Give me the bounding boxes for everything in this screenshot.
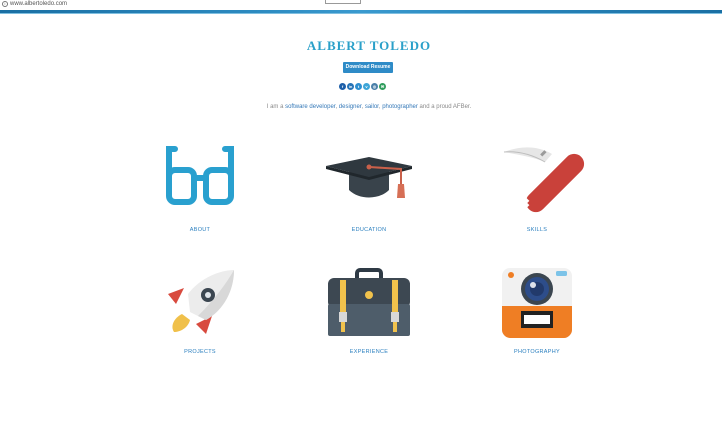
intro-role-photographer[interactable]: photographer <box>382 104 418 110</box>
graduation-cap-icon <box>326 157 412 198</box>
site-title: ALBERT TOLEDO <box>306 38 432 53</box>
tile-experience[interactable]: EXPERIENCE <box>319 266 419 362</box>
rocket-icon <box>168 270 234 334</box>
email-icon[interactable]: ✉ <box>379 83 386 90</box>
address-dropdown[interactable] <box>325 0 361 4</box>
intro-prefix: I am a <box>266 104 286 110</box>
tile-label-photography: PHOTOGRAPHY <box>514 349 560 355</box>
pocket-knife-icon <box>503 147 585 213</box>
facebook-icon[interactable]: f <box>339 83 346 90</box>
tile-about[interactable]: ABOUT <box>150 140 250 240</box>
glasses-icon <box>166 146 234 205</box>
browser-address-bar: i www.albertoledo.com <box>0 0 722 10</box>
tile-label-experience: EXPERIENCE <box>349 349 389 355</box>
tile-photography[interactable]: PHOTOGRAPHY <box>487 266 587 362</box>
intro-role-sailor[interactable]: sailor <box>365 104 379 110</box>
intro-role-software-developer[interactable]: software developer <box>285 104 335 110</box>
download-resume-button[interactable]: Download Resume <box>343 62 393 73</box>
tile-label-education: EDUCATION <box>351 227 387 233</box>
intro-text: I am a software developer, designer, sai… <box>0 104 722 110</box>
tile-education[interactable]: EDUCATION <box>319 140 419 240</box>
tile-label-about: ABOUT <box>189 227 211 233</box>
intro-suffix: and a proud AFBer. <box>417 104 472 110</box>
vimeo-icon[interactable]: v <box>363 83 370 90</box>
intro-role-designer[interactable]: designer <box>339 104 362 110</box>
url-text[interactable]: www.albertoledo.com <box>10 1 67 8</box>
tile-skills[interactable]: SKILLS <box>487 140 587 240</box>
tile-label-skills: SKILLS <box>526 227 548 233</box>
info-icon[interactable]: i <box>2 1 8 7</box>
tile-label-projects: PROJECTS <box>184 349 216 355</box>
linkedin-icon[interactable]: in <box>347 83 354 90</box>
briefcase-icon <box>328 268 410 336</box>
tile-projects[interactable]: PROJECTS <box>150 266 250 362</box>
instagram-icon[interactable]: ◎ <box>371 83 378 90</box>
top-stripe <box>0 10 722 14</box>
social-links: f in t v ◎ ✉ <box>339 83 386 91</box>
twitter-icon[interactable]: t <box>355 83 362 90</box>
camera-icon <box>502 268 572 338</box>
